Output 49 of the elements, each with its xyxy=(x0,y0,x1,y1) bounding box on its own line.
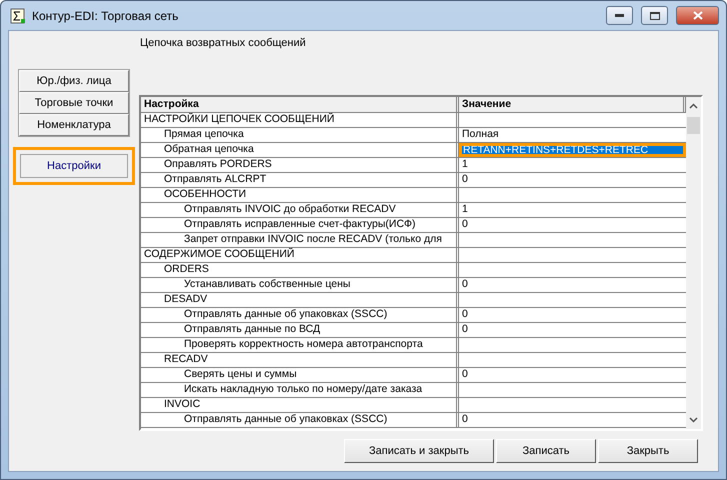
setting-value[interactable]: 0 xyxy=(459,173,686,187)
column-header: Настройка xyxy=(141,97,459,112)
setting-name: Проверять корректность номера автотранспорта xyxy=(141,338,459,352)
app-icon xyxy=(10,8,26,24)
setting-value[interactable]: 1 xyxy=(459,203,686,217)
nav-button[interactable]: Торговые точки xyxy=(19,92,129,114)
close-icon xyxy=(692,11,702,20)
nav-button[interactable]: Юр./физ. лица xyxy=(19,70,129,92)
setting-name: Устанавливать собственные цены xyxy=(141,278,459,292)
setting-value[interactable]: RETANN+RETINS+RETDES+RETREC xyxy=(459,143,686,157)
scroll-thumb[interactable] xyxy=(687,117,700,134)
setting-name: ОСОБЕННОСТИ xyxy=(141,188,459,202)
setting-name: Отправлять INVOIC до обработки RECADV xyxy=(141,203,459,217)
setting-name: RECADV xyxy=(141,353,459,367)
close-button[interactable] xyxy=(676,6,719,25)
setting-value[interactable]: 1 xyxy=(459,158,686,172)
nav-button[interactable]: Номенклатура xyxy=(19,114,129,136)
setting-value[interactable]: 0 xyxy=(459,278,686,292)
scroll-down-icon[interactable] xyxy=(689,417,698,423)
column-header: Значение xyxy=(459,97,686,112)
section-caption: Цепочка возвратных сообщений xyxy=(139,37,307,51)
dialog-button[interactable]: Записать xyxy=(496,439,596,463)
setting-name: Отправлять данные об упаковках (SSCC) xyxy=(141,308,459,322)
setting-name: DESADV xyxy=(141,293,459,307)
setting-name: ORDERS xyxy=(141,263,459,277)
window-title: Контур-EDI: Торговая сеть xyxy=(32,8,180,22)
maximize-icon xyxy=(650,12,660,20)
setting-name: Оправлять PORDERS xyxy=(141,158,459,172)
setting-value[interactable]: Полная xyxy=(459,128,686,142)
dialog-button[interactable]: Закрыть xyxy=(598,439,698,463)
dialog-button[interactable]: Записать и закрыть xyxy=(344,439,494,463)
setting-value[interactable]: 0 xyxy=(459,413,686,427)
setting-value[interactable]: 0 xyxy=(459,218,686,232)
setting-name: Отправлять данные по ВСД xyxy=(141,323,459,337)
setting-name: Сверять цены и суммы xyxy=(141,368,459,382)
setting-name: Запрет отправки INVOIC после RECADV (только для xyxy=(141,233,459,247)
minimize-icon xyxy=(615,14,624,17)
setting-name: Отправлять ALCRPT xyxy=(141,173,459,187)
maximize-button[interactable] xyxy=(641,6,668,25)
setting-value[interactable]: 0 xyxy=(459,323,686,337)
nav-button[interactable]: Настройки xyxy=(20,154,128,178)
setting-name: Отправлять данные об упаковках (SSCC) xyxy=(141,413,459,427)
setting-name: Отправлять исправленные счет-фактуры(ИСФ) xyxy=(141,218,459,232)
setting-name: INVOIC xyxy=(141,398,459,412)
setting-name: Искать накладную только по номеру/дате заказа xyxy=(141,383,459,397)
scroll-up-icon[interactable] xyxy=(689,103,698,109)
minimize-button[interactable] xyxy=(606,6,633,25)
setting-value[interactable]: 0 xyxy=(459,368,686,382)
setting-value[interactable]: 0 xyxy=(459,308,686,322)
